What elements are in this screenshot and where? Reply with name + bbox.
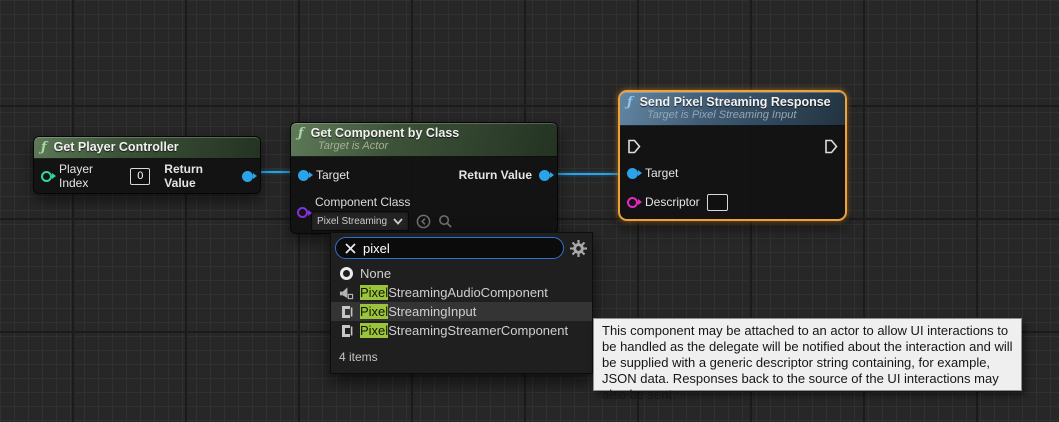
exec-output-pin[interactable] [824, 139, 838, 154]
class-option-label: StreamingAudioComponent [388, 285, 548, 300]
settings-gear-icon[interactable] [570, 240, 587, 257]
return-value-pin[interactable] [242, 171, 253, 182]
node-title: Get Player Controller [54, 140, 179, 154]
node-subtitle: Target is Pixel Streaming Input [647, 109, 837, 121]
function-icon: ƒ [627, 96, 633, 109]
class-option-streamer-component[interactable]: PixelStreamingStreamerComponent [331, 321, 592, 340]
node-get-component-by-class[interactable]: ƒ Get Component by Class Target is Actor… [290, 122, 558, 234]
target-pin[interactable] [627, 168, 638, 179]
player-index-pin[interactable] [41, 171, 52, 182]
chevron-down-icon [393, 218, 403, 225]
component-class-select[interactable]: Pixel Streaming [311, 211, 409, 231]
target-label: Target [645, 166, 678, 180]
class-option-none[interactable]: None [331, 264, 592, 283]
node-title: Get Component by Class [311, 126, 460, 140]
class-search-field[interactable] [335, 237, 564, 259]
item-count-label: 4 items [331, 343, 592, 373]
descriptor-pin[interactable] [627, 197, 638, 208]
browse-icon[interactable] [438, 214, 453, 229]
match-text: Pixel [360, 304, 388, 319]
node-subtitle: Target is Actor [318, 140, 549, 152]
component-class-pin[interactable] [297, 207, 308, 218]
node-get-player-controller[interactable]: ƒ Get Player Controller Player Index 0 R… [33, 136, 261, 194]
class-icon [339, 305, 353, 319]
node-send-pixel-streaming-response[interactable]: ƒ Send Pixel Streaming Response Target i… [618, 90, 847, 221]
component-class-value: Pixel Streaming [317, 216, 387, 227]
function-icon: ƒ [41, 141, 47, 154]
player-index-label: Player Index [59, 162, 123, 190]
match-text: Pixel [360, 285, 388, 300]
return-value-pin[interactable] [539, 170, 550, 181]
component-class-label: Component Class [315, 195, 557, 209]
return-value-label: Return Value [164, 162, 235, 190]
use-selected-icon[interactable] [416, 214, 431, 229]
component-description-tooltip: This component may be attached to an act… [593, 318, 1022, 391]
node-header: ƒ Get Player Controller [34, 137, 260, 159]
class-option-label: StreamingStreamerComponent [388, 323, 568, 338]
class-picker-popup: None PixelStreamingAudioComponent PixelS… [330, 232, 593, 374]
class-icon [339, 324, 353, 338]
none-icon [340, 267, 353, 280]
exec-input-pin[interactable] [627, 139, 641, 154]
blueprint-graph-canvas[interactable]: ƒ Get Player Controller Player Index 0 R… [0, 0, 1059, 422]
audio-component-icon [339, 286, 354, 300]
target-label: Target [316, 168, 349, 182]
descriptor-value-field[interactable] [707, 194, 728, 211]
class-search-input[interactable] [363, 241, 554, 256]
function-icon: ƒ [298, 127, 304, 140]
class-option-label: None [360, 266, 391, 281]
class-option-streaming-input[interactable]: PixelStreamingInput [331, 302, 592, 321]
descriptor-label: Descriptor [645, 195, 700, 209]
return-value-label: Return Value [459, 168, 532, 182]
node-header: ƒ Get Component by Class Target is Actor [291, 123, 557, 157]
match-text: Pixel [360, 323, 388, 338]
clear-search-icon[interactable] [345, 243, 356, 254]
player-index-value-field[interactable]: 0 [130, 168, 150, 185]
class-picker-list: None PixelStreamingAudioComponent PixelS… [331, 262, 592, 343]
target-pin[interactable] [298, 170, 309, 181]
class-option-audio-component[interactable]: PixelStreamingAudioComponent [331, 283, 592, 302]
node-header: ƒ Send Pixel Streaming Response Target i… [620, 92, 845, 126]
class-option-label: StreamingInput [388, 304, 476, 319]
node-title: Send Pixel Streaming Response [640, 95, 831, 109]
